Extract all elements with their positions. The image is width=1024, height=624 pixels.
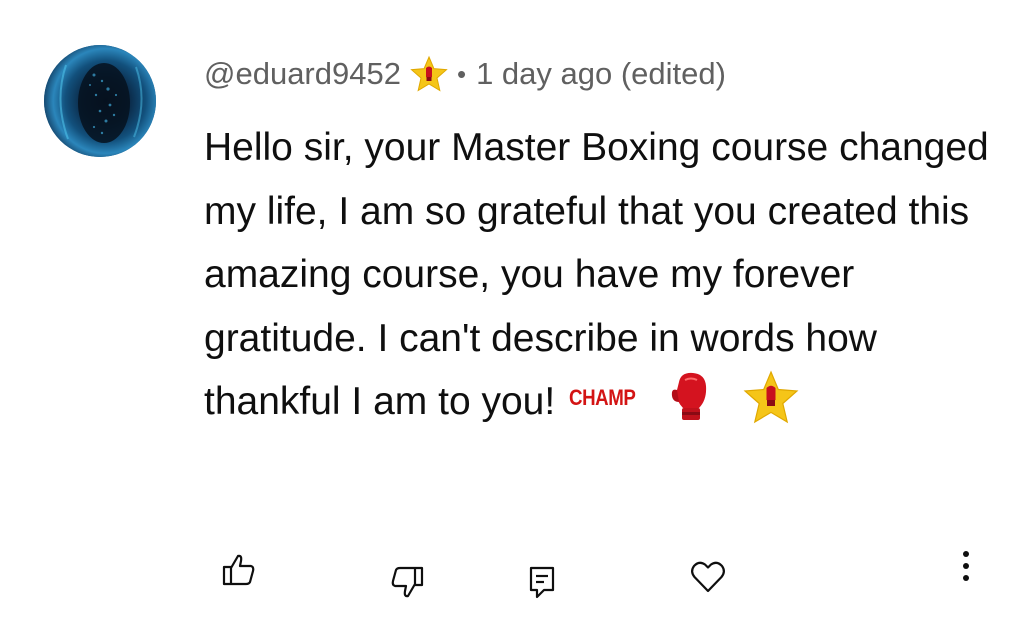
avatar[interactable] bbox=[44, 45, 156, 157]
reply-comment-icon bbox=[529, 566, 555, 599]
reply-button[interactable] bbox=[520, 560, 564, 604]
thumbs-down-icon bbox=[391, 566, 424, 598]
comment-actions bbox=[0, 548, 1024, 608]
heart-icon bbox=[691, 561, 725, 593]
separator-dot: • bbox=[456, 58, 467, 89]
boxing-glove-icon bbox=[661, 368, 721, 428]
like-button[interactable] bbox=[216, 548, 260, 592]
comment-text: Hello sir, your Master Boxing course cha… bbox=[204, 116, 994, 434]
thumbs-up-icon bbox=[222, 554, 255, 586]
champ-badge: CHAMP bbox=[569, 384, 636, 410]
avatar-image bbox=[44, 45, 156, 157]
heart-button[interactable] bbox=[686, 554, 730, 598]
comment-card: @eduard9452 • 1 day ago (edited) Hello s… bbox=[0, 0, 1024, 624]
more-options-button[interactable] bbox=[944, 546, 988, 590]
star-glove-icon bbox=[409, 54, 449, 94]
username[interactable]: @eduard9452 bbox=[204, 56, 401, 92]
more-vertical-icon bbox=[963, 551, 969, 581]
comment-header: @eduard9452 • 1 day ago (edited) bbox=[204, 52, 726, 96]
inline-badges: CHAMP bbox=[569, 368, 801, 428]
timestamp: 1 day ago (edited) bbox=[476, 56, 726, 91]
dislike-button[interactable] bbox=[386, 560, 430, 604]
star-glove-icon bbox=[741, 368, 801, 428]
